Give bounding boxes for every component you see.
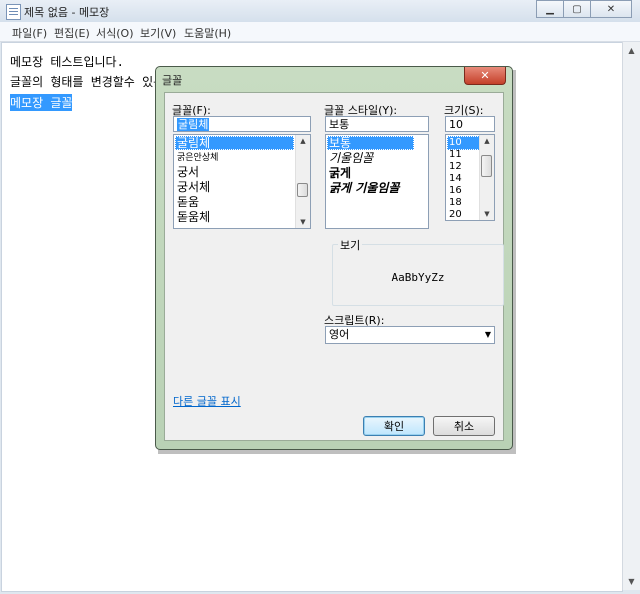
- menu-view[interactable]: 보기(V): [140, 25, 176, 41]
- editor-vertical-scrollbar[interactable]: ▲ ▼: [622, 42, 640, 590]
- scroll-down-icon[interactable]: ▼: [623, 573, 640, 590]
- menu-bar: 파일(F) 편집(E) 서식(O) 보기(V) 도움말(H): [0, 22, 640, 42]
- font-list-item[interactable]: 돋움: [175, 195, 294, 209]
- style-list-item[interactable]: 굵게: [327, 166, 414, 180]
- dialog-close-button[interactable]: ✕: [464, 67, 506, 85]
- scroll-up-icon[interactable]: ▲: [296, 135, 310, 147]
- cancel-button[interactable]: 취소: [433, 416, 495, 436]
- notepad-app-icon: [6, 4, 21, 20]
- editor-line: 글꼴의 형태를 변경할수 있는: [10, 75, 165, 89]
- maximize-button[interactable]: ▢: [563, 0, 591, 18]
- style-list[interactable]: 보통 기울임꼴 굵게 굵게 기울임꼴: [325, 134, 429, 229]
- font-list-item[interactable]: 돋움체: [175, 210, 294, 224]
- style-list-item[interactable]: 보통: [327, 136, 414, 150]
- scroll-up-icon[interactable]: ▲: [623, 42, 640, 59]
- scroll-thumb[interactable]: [481, 155, 492, 177]
- script-select-value: 영어: [329, 328, 350, 341]
- minimize-button[interactable]: ▁: [536, 0, 564, 18]
- scroll-down-icon[interactable]: ▼: [480, 208, 494, 220]
- font-list-item[interactable]: 궁서체: [175, 180, 294, 194]
- chevron-down-icon: ▼: [484, 330, 491, 339]
- menu-file[interactable]: 파일(F): [12, 25, 47, 41]
- editor-line: 메모장 테스트입니다.: [10, 55, 124, 69]
- close-button[interactable]: ✕: [590, 0, 632, 18]
- window-title: 제목 없음 - 메모장: [24, 6, 110, 19]
- font-input[interactable]: 굴림체: [173, 116, 311, 132]
- size-list-item[interactable]: 20: [447, 208, 480, 220]
- ok-button[interactable]: 확인: [363, 416, 425, 436]
- font-input-value: 굴림체: [177, 118, 210, 131]
- scroll-thumb[interactable]: [297, 183, 308, 197]
- menu-format[interactable]: 서식(O): [96, 25, 133, 41]
- size-list-scrollbar[interactable]: ▲ ▼: [479, 135, 494, 220]
- menu-help[interactable]: 도움말(H): [184, 25, 231, 41]
- font-dialog: 글꼴 ✕ 글꼴(F): 굴림체 굴림체 굵은안상체 궁서 궁서체 돋움 돋움체 …: [155, 66, 513, 450]
- notepad-titlebar: 제목 없음 - 메모장 ▁ ▢ ✕: [0, 0, 640, 23]
- font-list-item[interactable]: 굵은안상체: [175, 151, 294, 165]
- scroll-down-icon[interactable]: ▼: [296, 216, 310, 228]
- scroll-up-icon[interactable]: ▲: [480, 135, 494, 147]
- font-list-scrollbar[interactable]: ▲ ▼: [295, 135, 310, 228]
- style-list-item[interactable]: 굵게 기울임꼴: [327, 181, 414, 195]
- font-list-item[interactable]: 굴림체: [175, 136, 294, 150]
- style-list-item[interactable]: 기울임꼴: [327, 151, 414, 165]
- editor-line-selected: 메모장 글꼴: [10, 94, 73, 111]
- size-input[interactable]: 10: [445, 116, 495, 132]
- menu-edit[interactable]: 편집(E): [54, 25, 90, 41]
- font-list-item[interactable]: 궁서: [175, 165, 294, 179]
- show-more-fonts-link[interactable]: 다른 글꼴 표시: [173, 393, 241, 409]
- preview-group: 보기 AaBbYyZz: [332, 237, 504, 306]
- size-list[interactable]: 10 11 12 14 16 18 20 ▲ ▼: [445, 134, 495, 221]
- dialog-body: 글꼴(F): 굴림체 굴림체 굵은안상체 궁서 궁서체 돋움 돋움체 ▲ ▼ 글…: [164, 92, 504, 441]
- preview-sample-text: AaBbYyZz: [391, 271, 445, 284]
- dialog-title: 글꼴: [162, 74, 183, 87]
- script-select[interactable]: 영어 ▼: [325, 326, 495, 344]
- preview-label: 보기: [338, 237, 363, 253]
- style-input[interactable]: 보통: [325, 116, 429, 132]
- font-list[interactable]: 굴림체 굵은안상체 궁서 궁서체 돋움 돋움체 ▲ ▼: [173, 134, 311, 229]
